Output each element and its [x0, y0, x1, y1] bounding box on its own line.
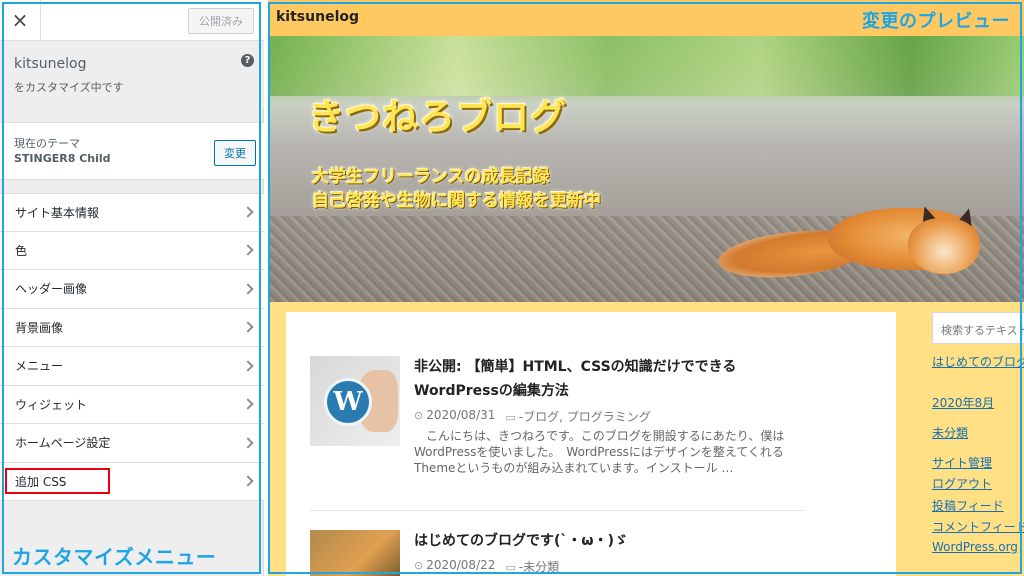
- menu-item-label: メニュー: [15, 359, 64, 374]
- post-categories-text: -ブログ, プログラミング: [518, 410, 651, 424]
- menu-item-label: ウィジェット: [15, 397, 88, 412]
- customizer-menu: サイト基本情報 色 ヘッダー画像 背景画像 メニュー ウィジェット ホームページ…: [0, 193, 264, 501]
- preview-site-header: kitsunelog 変更のプレビュー: [268, 0, 1024, 36]
- menu-item-label: 色: [15, 243, 28, 258]
- customizing-subtitle: をカスタマイズ中です: [14, 81, 124, 94]
- post-meta: ⊙ 2020/08/22 ▭ -未分類: [414, 558, 559, 575]
- chevron-right-icon: [242, 360, 254, 372]
- menu-item-label: ヘッダー画像: [15, 282, 88, 297]
- hero-subtitle-line1: 大学生フリーランスの成長記録: [312, 167, 550, 187]
- post-date: ⊙ 2020/08/31: [414, 408, 495, 425]
- customizer-site-info: kitsunelog をカスタマイズ中です ?: [0, 42, 264, 108]
- sidebar-link-entries-feed[interactable]: 投稿フィード: [932, 497, 1004, 514]
- post-date-text: 2020/08/31: [426, 408, 496, 422]
- chevron-right-icon: [242, 244, 254, 256]
- post-thumbnail[interactable]: [310, 530, 400, 576]
- chevron-right-icon: [242, 475, 254, 487]
- post-list: W 非公開: 【簡単】HTML、CSSの知識だけでできるWordPressの編集…: [286, 312, 896, 576]
- additional-css-highlight: [5, 468, 110, 494]
- post-meta: ⊙ 2020/08/31 ▭ -ブログ, プログラミング: [414, 408, 651, 425]
- current-theme-label: 現在のテーマ: [14, 137, 80, 150]
- menu-item-menus[interactable]: メニュー: [0, 347, 264, 386]
- clock-icon: ⊙: [414, 409, 424, 422]
- header-image: きつねろブログ 大学生フリーランスの成長記録 自己啓発や生物に関する情報を更新中: [268, 36, 1024, 302]
- folder-icon: ▭: [505, 561, 516, 574]
- site-preview: kitsunelog 変更のプレビュー きつねろブログ 大学生フリーランスの成長…: [268, 0, 1024, 576]
- chevron-right-icon: [242, 398, 254, 410]
- hero-title: きつねろブログ: [308, 97, 568, 138]
- clock-icon: ⊙: [414, 559, 424, 572]
- menu-item-label: ホームページ設定: [15, 436, 111, 451]
- sidebar-link-comments-feed[interactable]: コメントフィード: [932, 518, 1024, 535]
- post-date: ⊙ 2020/08/22: [414, 558, 495, 575]
- post-categories[interactable]: ▭ -ブログ, プログラミング: [505, 408, 650, 425]
- site-name: kitsunelog: [14, 56, 87, 72]
- sidebar-link-category[interactable]: 未分類: [932, 424, 968, 441]
- sidebar-link-recent-post[interactable]: はじめてのブログ: [932, 353, 1024, 370]
- menu-item-widgets[interactable]: ウィジェット: [0, 385, 264, 424]
- post-title[interactable]: はじめてのブログです(`・ω・)ゞ: [414, 529, 806, 553]
- menu-item-colors[interactable]: 色: [0, 231, 264, 270]
- chevron-right-icon: [242, 206, 254, 218]
- post-categories[interactable]: ▭ -未分類: [505, 558, 559, 575]
- publish-button[interactable]: 公開済み: [188, 8, 254, 34]
- sidebar-link-archive[interactable]: 2020年8月: [932, 394, 994, 411]
- chevron-right-icon: [242, 321, 254, 333]
- folder-icon: ▭: [505, 411, 516, 424]
- menu-item-label: 背景画像: [15, 320, 64, 335]
- post-categories-text: -未分類: [518, 560, 560, 574]
- preview-site-name[interactable]: kitsunelog: [276, 9, 359, 25]
- help-icon[interactable]: ?: [241, 54, 254, 67]
- sidebar-link-wordpress-org[interactable]: WordPress.org: [932, 540, 1018, 554]
- current-theme-section: 現在のテーマ STINGER8 Child 変更: [0, 122, 264, 180]
- post-excerpt: こんにちは、きつねろです。このブログを開設するにあたり、僕はWordPressを…: [414, 429, 785, 475]
- post-divider: [310, 510, 804, 511]
- chevron-right-icon: [242, 283, 254, 295]
- menu-item-header-image[interactable]: ヘッダー画像: [0, 270, 264, 309]
- current-theme-name: STINGER8 Child: [14, 152, 111, 165]
- preview-caption: 変更のプレビュー: [862, 11, 1010, 32]
- sidebar-link-logout[interactable]: ログアウト: [932, 475, 992, 492]
- menu-item-background-image[interactable]: 背景画像: [0, 308, 264, 347]
- post-thumbnail[interactable]: W: [310, 356, 400, 446]
- customize-menu-caption: カスタマイズメニュー: [12, 545, 217, 569]
- post-title[interactable]: 非公開: 【簡単】HTML、CSSの知識だけでできるWordPressの編集方法: [414, 355, 806, 403]
- menu-item-label: サイト基本情報: [15, 205, 100, 220]
- customizer-header: × 公開済み: [0, 0, 264, 41]
- hero-subtitle-line2: 自己啓発や生物に関する情報を更新中: [312, 191, 601, 211]
- post-date-text: 2020/08/22: [426, 558, 496, 572]
- chevron-right-icon: [242, 437, 254, 449]
- change-theme-button[interactable]: 変更: [214, 140, 256, 166]
- close-icon[interactable]: ×: [0, 0, 41, 40]
- search-input[interactable]: 検索するテキスト: [932, 312, 1024, 344]
- fox-head-shape: [908, 218, 980, 274]
- wordpress-icon: W: [324, 378, 372, 426]
- menu-item-homepage-settings[interactable]: ホームページ設定: [0, 424, 264, 463]
- sidebar-link-site-admin[interactable]: サイト管理: [932, 454, 992, 471]
- hero-background-foliage: [268, 36, 1024, 96]
- menu-item-site-identity[interactable]: サイト基本情報: [0, 193, 264, 232]
- customizer-panel: × 公開済み kitsunelog をカスタマイズ中です ? 現在のテーマ ST…: [0, 0, 264, 576]
